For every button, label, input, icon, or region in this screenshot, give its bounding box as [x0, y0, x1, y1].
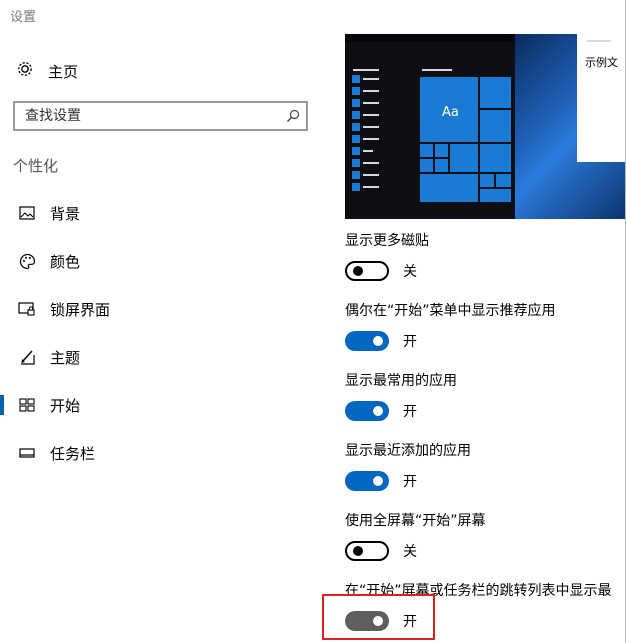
live-tile	[420, 144, 433, 157]
setting-label: 显示最常用的应用	[345, 373, 457, 389]
search-icon[interactable]	[286, 108, 300, 127]
live-tile	[480, 174, 494, 187]
toggle-switch[interactable]	[345, 401, 389, 421]
menu-app-icon	[352, 147, 360, 155]
menu-app-icon	[352, 87, 360, 95]
menu-app-icon	[352, 75, 360, 83]
sidebar-item-lock-screen[interactable]: 锁屏界面	[0, 291, 330, 327]
live-tile	[420, 159, 433, 172]
toggle-state: 开	[403, 404, 417, 420]
tile-label: Aa	[442, 105, 459, 120]
menu-app-icon	[352, 111, 360, 119]
toggle-switch[interactable]	[345, 541, 389, 561]
menu-line	[363, 126, 379, 128]
setting-label: 显示最近添加的应用	[345, 443, 471, 459]
toggle-switch[interactable]	[345, 331, 389, 351]
toggle-knob	[373, 406, 383, 416]
live-tile	[496, 174, 511, 187]
live-tile	[450, 144, 478, 172]
toggle-state: 关	[403, 264, 417, 280]
menu-line	[363, 90, 379, 92]
sidebar-item-background[interactable]: 背景	[0, 195, 330, 231]
search-input[interactable]	[15, 103, 280, 129]
sidebar-item-colors[interactable]: 颜色	[0, 243, 330, 279]
live-tile	[480, 144, 511, 172]
nav-home[interactable]: 主页	[16, 58, 78, 84]
menu-line	[353, 69, 379, 71]
menu-line	[363, 174, 379, 176]
live-tile	[420, 174, 478, 202]
palette-icon	[16, 253, 38, 270]
menu-app-icon	[352, 159, 360, 167]
setting-show-more-tiles: 显示更多磁贴 关	[345, 231, 625, 281]
lock-screen-icon	[16, 301, 38, 317]
start-tiles-icon	[16, 398, 38, 412]
setting-show-most-used: 显示最常用的应用 开	[345, 371, 625, 421]
menu-app-icon	[352, 183, 360, 191]
toggle-state: 开	[403, 334, 417, 350]
live-tile	[435, 144, 448, 157]
theme-brush-icon	[16, 349, 38, 365]
sample-window-bar	[587, 40, 611, 42]
sample-text: 示例文	[585, 56, 618, 69]
toggle-switch[interactable]	[345, 471, 389, 491]
selection-indicator	[0, 395, 4, 415]
sidebar-item-label: 背景	[50, 204, 81, 223]
menu-app-icon	[352, 171, 360, 179]
sidebar-item-label: 主题	[50, 348, 81, 367]
sidebar-item-themes[interactable]: 主题	[0, 339, 330, 375]
gear-icon	[16, 60, 34, 82]
live-tile	[480, 77, 511, 108]
menu-line	[363, 186, 379, 188]
setting-label: 偶尔在“开始”菜单中显示推荐应用	[345, 303, 556, 319]
menu-line	[363, 150, 373, 152]
live-tile	[480, 110, 511, 142]
menu-line	[363, 138, 379, 140]
setting-label: 显示更多磁贴	[345, 233, 429, 249]
start-menu-mock: Aa	[345, 42, 515, 219]
search-box[interactable]	[13, 101, 308, 131]
setting-show-recently-added: 显示最近添加的应用 开	[345, 441, 625, 491]
annotation-highlight-box	[322, 594, 435, 640]
nav-home-label: 主页	[48, 62, 79, 81]
toggle-state: 开	[403, 474, 417, 490]
toggle-knob	[373, 336, 383, 346]
sidebar-item-label: 颜色	[50, 252, 81, 271]
setting-label: 使用全屏幕“开始”屏幕	[345, 513, 486, 529]
menu-line	[363, 162, 379, 164]
sidebar-item-label: 开始	[50, 396, 81, 415]
toggle-knob	[353, 546, 363, 556]
menu-line	[422, 69, 452, 71]
setting-show-suggestions: 偶尔在“开始”菜单中显示推荐应用 开	[345, 301, 625, 351]
live-tile	[480, 189, 511, 202]
menu-line	[363, 114, 379, 116]
sidebar-item-label: 任务栏	[50, 444, 96, 463]
sidebar-item-label: 锁屏界面	[50, 300, 111, 319]
menu-app-icon	[352, 135, 360, 143]
toggle-state: 关	[403, 544, 417, 560]
menu-line	[363, 102, 379, 104]
toggle-knob	[353, 266, 363, 276]
sidebar-item-taskbar[interactable]: 任务栏	[0, 435, 330, 471]
setting-full-screen-start: 使用全屏幕“开始”屏幕 关	[345, 511, 625, 561]
menu-line	[363, 78, 379, 80]
section-title: 个性化	[13, 157, 59, 175]
menu-app-icon	[352, 123, 360, 131]
live-tile	[435, 159, 448, 172]
picture-icon	[16, 206, 38, 220]
menu-app-icon	[352, 99, 360, 107]
toggle-knob	[373, 476, 383, 486]
start-preview-image: Aa	[345, 34, 625, 219]
toggle-switch[interactable]	[345, 261, 389, 281]
sidebar: 主页 个性化 背景 颜色 锁屏界面 主题 开始	[0, 0, 330, 643]
sidebar-item-start[interactable]: 开始	[0, 387, 330, 423]
taskbar-icon	[16, 447, 38, 459]
